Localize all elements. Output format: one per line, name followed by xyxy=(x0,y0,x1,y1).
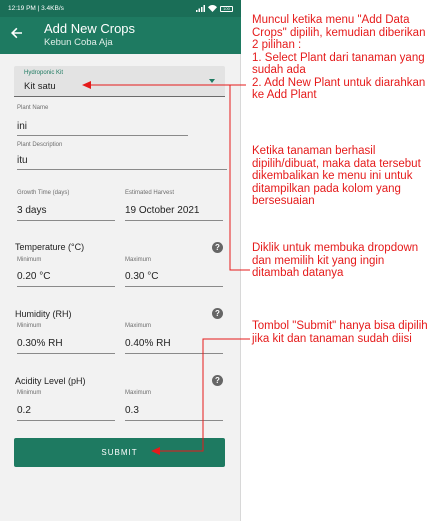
annotation-arrow-dropdown xyxy=(229,85,250,271)
annotation-arrow-submit xyxy=(158,338,250,452)
annotation-note-dropdown: Diklik untuk membuka dropdown dan memili… xyxy=(252,242,419,279)
annotation-note-return: Ketika tanaman berhasil dipilih/dibuat, … xyxy=(252,145,421,207)
annotated-screenshot: { "status_bar": { "time_info": "12:19 PM… xyxy=(0,0,431,521)
annotation-note-submit: Tombol "Submit" hanya bisa dipilih jika … xyxy=(252,320,428,345)
annotation-arrowhead-submit xyxy=(151,447,160,455)
annotation-note-menu: Muncul ketika menu "Add Data Crops" dipi… xyxy=(252,14,426,101)
annotation-arrowhead-kit xyxy=(82,81,91,89)
